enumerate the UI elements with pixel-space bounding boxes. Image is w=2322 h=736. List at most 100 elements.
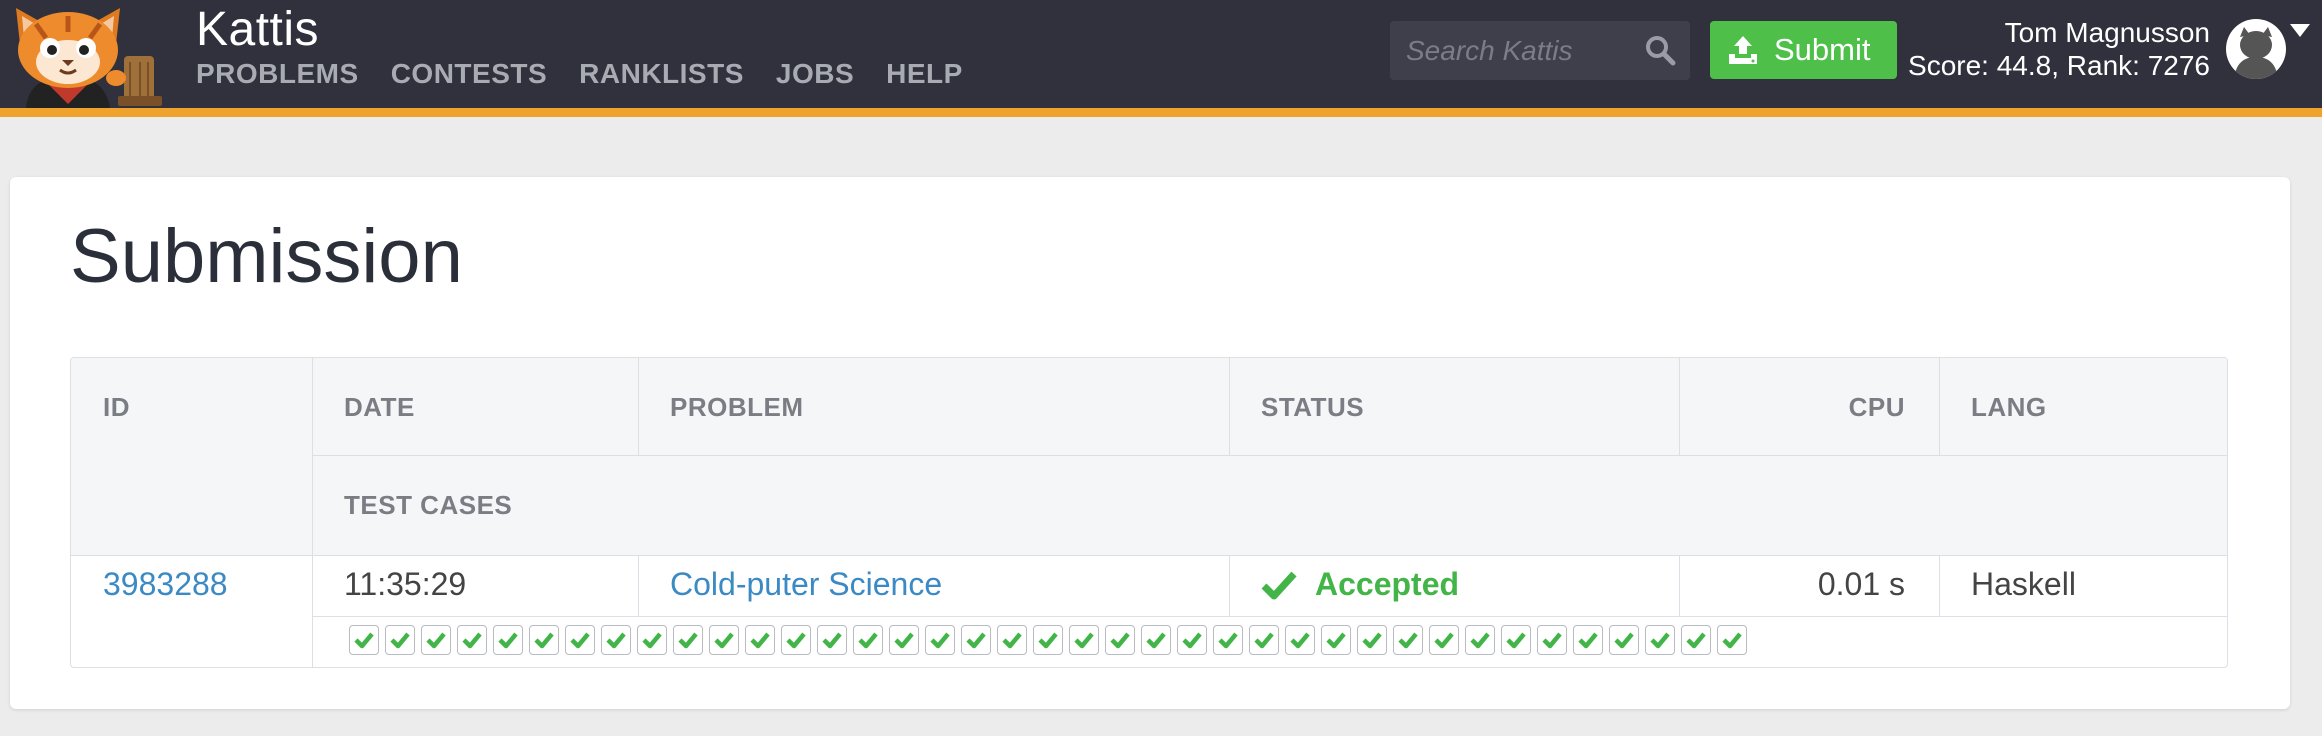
nav-jobs[interactable]: JOBS [776, 58, 854, 90]
header-test-cases: TEST CASES [344, 490, 513, 520]
test-case-passed[interactable] [529, 625, 559, 655]
header-cpu: CPU [1848, 392, 1905, 422]
checkmark-icon [1254, 632, 1274, 649]
test-case-passed[interactable] [601, 625, 631, 655]
test-case-passed[interactable] [565, 625, 595, 655]
test-cases-list [349, 625, 1747, 655]
checkmark-icon [1614, 632, 1634, 649]
language: Haskell [1971, 566, 2076, 602]
submit-button[interactable]: Submit [1710, 21, 1897, 79]
user-silhouette-icon [2234, 27, 2278, 79]
test-case-passed[interactable] [457, 625, 487, 655]
user-info[interactable]: Tom Magnusson Score: 44.8, Rank: 7276 [1908, 16, 2210, 82]
checkmark-icon [498, 632, 518, 649]
search-box [1390, 21, 1690, 80]
checkmark-icon [1182, 632, 1202, 649]
checkmark-icon [1722, 632, 1742, 649]
checkmark-icon [390, 632, 410, 649]
test-case-passed[interactable] [493, 625, 523, 655]
test-case-passed[interactable] [1177, 625, 1207, 655]
test-case-passed[interactable] [637, 625, 667, 655]
checkmark-icon [426, 632, 446, 649]
test-case-passed[interactable] [1393, 625, 1423, 655]
test-case-passed[interactable] [1033, 625, 1063, 655]
header-status: STATUS [1261, 392, 1365, 422]
test-case-passed[interactable] [745, 625, 775, 655]
checkmark-icon [1261, 571, 1297, 599]
test-case-passed[interactable] [853, 625, 883, 655]
header-date: DATE [344, 392, 415, 422]
test-case-passed[interactable] [1285, 625, 1315, 655]
kattis-logo[interactable] [6, 4, 174, 108]
test-case-passed[interactable] [1681, 625, 1711, 655]
test-case-passed[interactable] [1213, 625, 1243, 655]
nav-help[interactable]: HELP [886, 58, 963, 90]
test-case-passed[interactable] [1645, 625, 1675, 655]
checkmark-icon [714, 632, 734, 649]
checkmark-icon [1542, 632, 1562, 649]
avatar[interactable] [2226, 19, 2286, 79]
checkmark-icon [930, 632, 950, 649]
test-case-passed[interactable] [781, 625, 811, 655]
submission-id-link[interactable]: 3983288 [103, 566, 228, 603]
test-case-passed[interactable] [1321, 625, 1351, 655]
checkmark-icon [1290, 632, 1310, 649]
top-navbar: Kattis PROBLEMS CONTESTS RANKLISTS JOBS … [0, 0, 2322, 117]
nav-contests[interactable]: CONTESTS [391, 58, 547, 90]
test-case-passed[interactable] [1465, 625, 1495, 655]
test-case-passed[interactable] [709, 625, 739, 655]
checkmark-icon [1002, 632, 1022, 649]
checkmark-icon [606, 632, 626, 649]
problem-link[interactable]: Cold-puter Science [670, 566, 942, 603]
checkmark-icon [1146, 632, 1166, 649]
checkmark-icon [786, 632, 806, 649]
brand-title[interactable]: Kattis [196, 2, 319, 57]
user-stats: Score: 44.8, Rank: 7276 [1908, 50, 2210, 81]
checkmark-icon [1362, 632, 1382, 649]
test-case-passed[interactable] [1357, 625, 1387, 655]
test-case-passed[interactable] [1573, 625, 1603, 655]
checkmark-icon [894, 632, 914, 649]
checkmark-icon [1326, 632, 1346, 649]
test-case-passed[interactable] [817, 625, 847, 655]
checkmark-icon [570, 632, 590, 649]
test-case-passed[interactable] [1501, 625, 1531, 655]
test-case-passed[interactable] [1537, 625, 1567, 655]
checkmark-icon [1074, 632, 1094, 649]
test-case-passed[interactable] [1069, 625, 1099, 655]
test-case-passed[interactable] [673, 625, 703, 655]
user-name: Tom Magnusson [2004, 17, 2210, 48]
nav-ranklists[interactable]: RANKLISTS [579, 58, 744, 90]
submit-label: Submit [1774, 32, 1871, 67]
search-input[interactable] [1404, 29, 1638, 73]
nav-problems[interactable]: PROBLEMS [196, 58, 359, 90]
test-case-passed[interactable] [1141, 625, 1171, 655]
test-case-passed[interactable] [421, 625, 451, 655]
checkmark-icon [678, 632, 698, 649]
test-case-passed[interactable] [385, 625, 415, 655]
test-case-passed[interactable] [997, 625, 1027, 655]
checkmark-icon [1506, 632, 1526, 649]
header-lang: LANG [1971, 392, 2047, 422]
test-case-passed[interactable] [1249, 625, 1279, 655]
test-case-passed[interactable] [349, 625, 379, 655]
checkmark-icon [822, 632, 842, 649]
checkmark-icon [1218, 632, 1238, 649]
main-nav: PROBLEMS CONTESTS RANKLISTS JOBS HELP [196, 58, 963, 90]
status-accepted: Accepted [1315, 566, 1460, 602]
checkmark-icon [1578, 632, 1598, 649]
upload-icon [1729, 36, 1757, 64]
test-case-passed[interactable] [1105, 625, 1135, 655]
test-case-passed[interactable] [1609, 625, 1639, 655]
checkmark-icon [642, 632, 662, 649]
test-case-passed[interactable] [889, 625, 919, 655]
test-case-passed[interactable] [925, 625, 955, 655]
search-icon[interactable] [1644, 34, 1676, 66]
test-case-passed[interactable] [1717, 625, 1747, 655]
submission-date: 11:35:29 [344, 566, 467, 602]
test-case-passed[interactable] [1429, 625, 1459, 655]
checkmark-icon [966, 632, 986, 649]
test-case-passed[interactable] [961, 625, 991, 655]
submission-table: ID DATE PROBLEM STATUS CPU LANG TEST CAS… [70, 357, 2228, 668]
user-menu-caret-icon[interactable] [2290, 24, 2310, 37]
